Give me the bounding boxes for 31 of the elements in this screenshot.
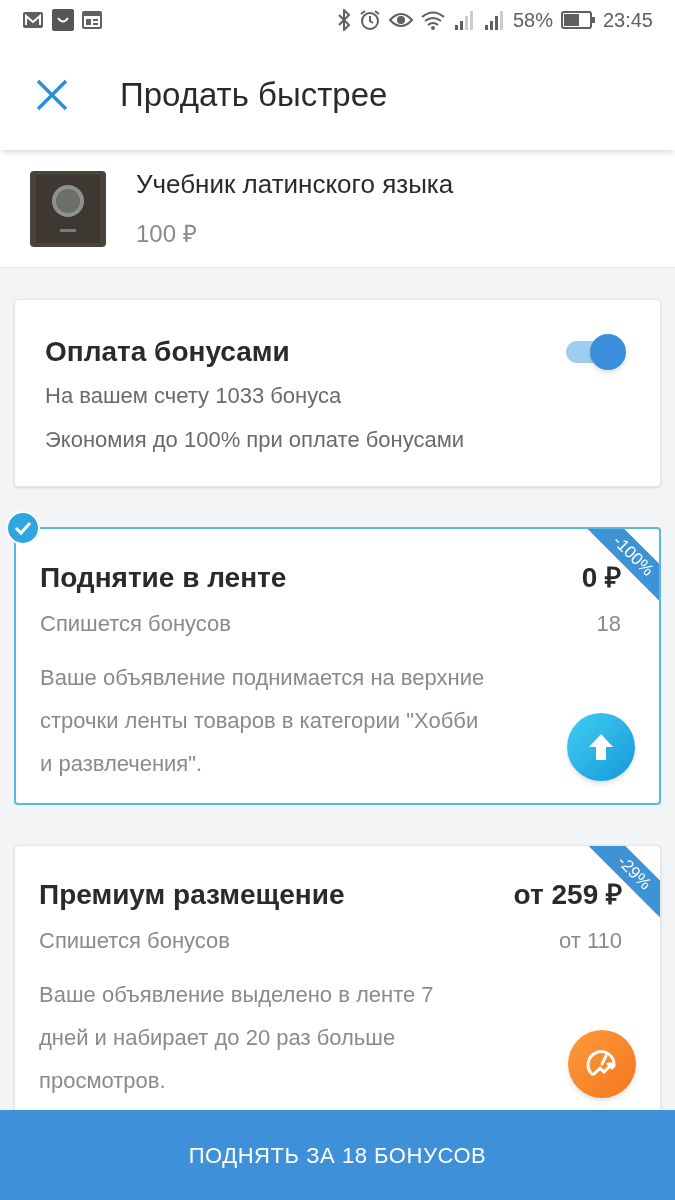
bag-icon [52,9,74,31]
bonus-info: Экономия до 100% при оплате бонусами [45,426,466,454]
eye-icon [388,10,413,30]
bonus-label: Спишется бонусов [40,610,231,638]
battery-percent: 58% [512,8,553,33]
wifi-icon [420,10,445,30]
offer-description: Ваше объявление поднимается на верхние строчки ленты товаров в категории "Хобби и развлечения". [40,664,485,778]
bluetooth-icon [336,9,351,31]
bonus-value: от 110 [559,927,622,955]
bonus-info: На вашем счету 1033 бонуса [45,382,343,410]
offer-title: Премиум размещение [39,878,345,912]
speedometer-button[interactable] [568,1030,636,1098]
arrow-up-button[interactable] [567,713,635,781]
signal-icon [482,10,505,30]
offer-title: Поднятие в ленте [40,561,287,595]
bonus-label: Спишется бонусов [39,927,230,955]
battery-icon [560,11,595,29]
alarm-icon [358,9,381,31]
product-price: 100 ₽ [136,219,198,249]
bonus-title: Оплата бонусами [45,335,290,369]
mail-icon [22,11,44,29]
signal-icon [452,10,475,30]
bonus-value: 18 [596,610,621,638]
clock-time: 23:45 [602,8,653,33]
calendar-icon [82,11,102,29]
product-title: Учебник латинского языка [136,168,454,201]
offer-price: от 259 ₽ [513,879,622,912]
close-icon[interactable] [36,79,68,111]
arrow-up-icon [588,733,614,761]
page-title: Продать быстрее [120,75,388,116]
offer-description: Ваше объявление выделено в ленте 7 дней и набирает до 20 раз больше просмотров. [39,981,435,1095]
